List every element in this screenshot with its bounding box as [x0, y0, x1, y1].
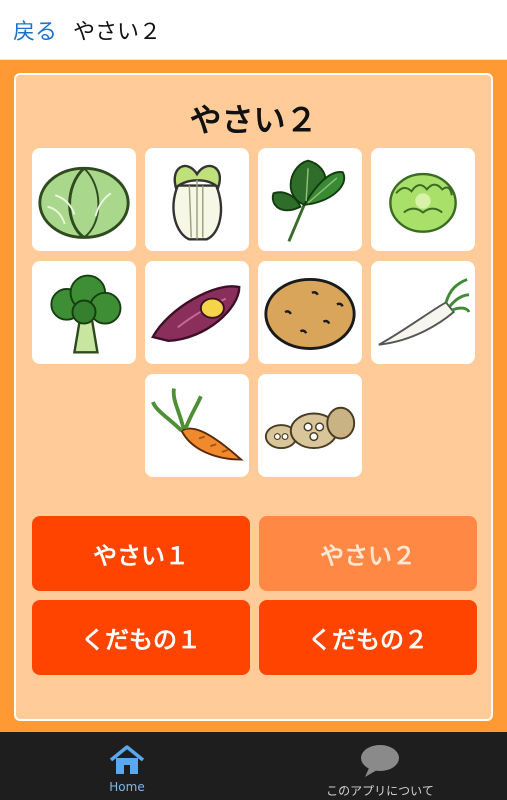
category-button-vegetables-2[interactable]: やさい２: [259, 516, 477, 591]
tile-lotus-root[interactable]: [258, 374, 362, 477]
nav-about-app[interactable]: このアプリについて: [305, 732, 455, 800]
tile-lettuce[interactable]: [371, 148, 475, 251]
nav-about-label: このアプリについて: [326, 784, 434, 798]
tile-spinach[interactable]: [258, 148, 362, 251]
tile-potato[interactable]: [258, 261, 362, 364]
category-button-fruits-2[interactable]: くだもの２: [259, 600, 477, 675]
nav-home-label: Home: [109, 780, 145, 794]
daikon-radish-icon: [378, 277, 471, 346]
cabbage-icon: [38, 166, 130, 239]
tile-carrot[interactable]: [145, 374, 249, 477]
content-area: やさい２ やさい１ やさい２ くだもの１ くだもの２: [0, 60, 507, 732]
vegetable-panel: やさい２ やさい１ やさい２ くだもの１ くだもの２: [14, 73, 493, 721]
bottom-navigation: Home このアプリについて: [0, 732, 507, 800]
category-button-fruits-1[interactable]: くだもの１: [32, 600, 250, 675]
tile-sweet-potato[interactable]: [145, 261, 249, 364]
nav-home[interactable]: Home: [87, 732, 167, 800]
page-title: やさい２: [73, 19, 162, 45]
spinach-icon: [271, 159, 346, 242]
tile-daikon-radish[interactable]: [371, 261, 475, 364]
broccoli-icon: [50, 274, 122, 354]
panel-title: やさい２: [189, 101, 318, 139]
potato-icon: [264, 277, 356, 350]
speech-bubble-icon: [361, 745, 399, 777]
home-icon: [109, 745, 145, 774]
sweet-potato-icon: [151, 284, 241, 342]
tile-cabbage[interactable]: [32, 148, 136, 251]
carrot-icon: [151, 387, 244, 461]
tile-chinese-cabbage[interactable]: [145, 148, 249, 251]
back-button[interactable]: 戻る: [13, 14, 57, 46]
lettuce-icon: [389, 172, 457, 233]
lotus-root-icon: [264, 406, 356, 449]
category-button-vegetables-1[interactable]: やさい１: [32, 516, 250, 591]
app-bar: 戻る やさい２: [0, 0, 507, 60]
chinese-cabbage-icon: [172, 164, 223, 241]
tile-broccoli[interactable]: [32, 261, 136, 364]
